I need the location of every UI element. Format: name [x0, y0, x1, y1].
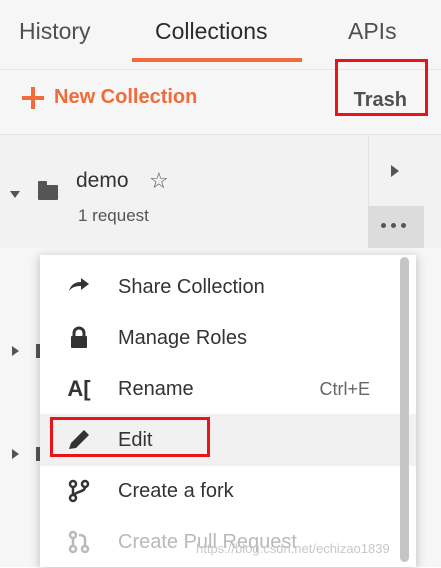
share-arrow-icon — [65, 275, 93, 299]
chevron-right-icon[interactable] — [12, 449, 19, 459]
ellipsis-icon — [381, 223, 406, 228]
menu-item-share-collection[interactable]: Share Collection — [40, 261, 416, 313]
chevron-right-icon[interactable] — [391, 165, 399, 177]
plus-icon — [22, 86, 44, 109]
menu-item-label: Rename — [118, 377, 194, 400]
menu-item-rename[interactable]: A[ Rename Ctrl+E — [40, 363, 416, 415]
more-actions-button[interactable] — [368, 206, 424, 248]
pull-request-icon — [65, 530, 93, 554]
new-collection-label: New Collection — [54, 86, 198, 108]
tab-collections[interactable]: Collections — [155, 18, 268, 45]
active-tab-indicator — [132, 58, 302, 62]
collection-item-demo[interactable]: demo ☆ 1 request — [0, 135, 441, 248]
watermark-text: https://blog.csdn.net/echizao1839 — [196, 541, 390, 556]
collection-context-menu: Share Collection Manage Roles A[ Rename … — [40, 255, 416, 567]
chevron-right-icon[interactable] — [12, 346, 19, 356]
menu-item-label: Create a fork — [118, 479, 234, 502]
shortcut-label: Ctrl+E — [319, 378, 370, 399]
menu-item-label: Share Collection — [118, 275, 265, 298]
collection-request-count: 1 request — [78, 206, 149, 225]
menu-item-manage-roles[interactable]: Manage Roles — [40, 312, 416, 364]
star-icon[interactable]: ☆ — [149, 168, 169, 194]
menu-item-label: Manage Roles — [118, 326, 247, 349]
menu-item-create-fork[interactable]: Create a fork — [40, 465, 416, 517]
highlight-box-edit — [50, 417, 210, 457]
new-collection-button[interactable]: New Collection — [22, 86, 197, 109]
highlight-box-more — [335, 59, 428, 116]
tab-apis[interactable]: APIs — [348, 18, 397, 45]
chevron-down-icon[interactable] — [10, 191, 20, 198]
rename-icon: A[ — [67, 376, 91, 401]
fork-icon — [65, 479, 93, 503]
lock-icon — [65, 326, 93, 350]
collection-name: demo — [76, 169, 129, 192]
menu-scrollbar[interactable] — [400, 257, 409, 562]
folder-icon — [38, 181, 58, 200]
tab-history[interactable]: History — [19, 18, 91, 45]
